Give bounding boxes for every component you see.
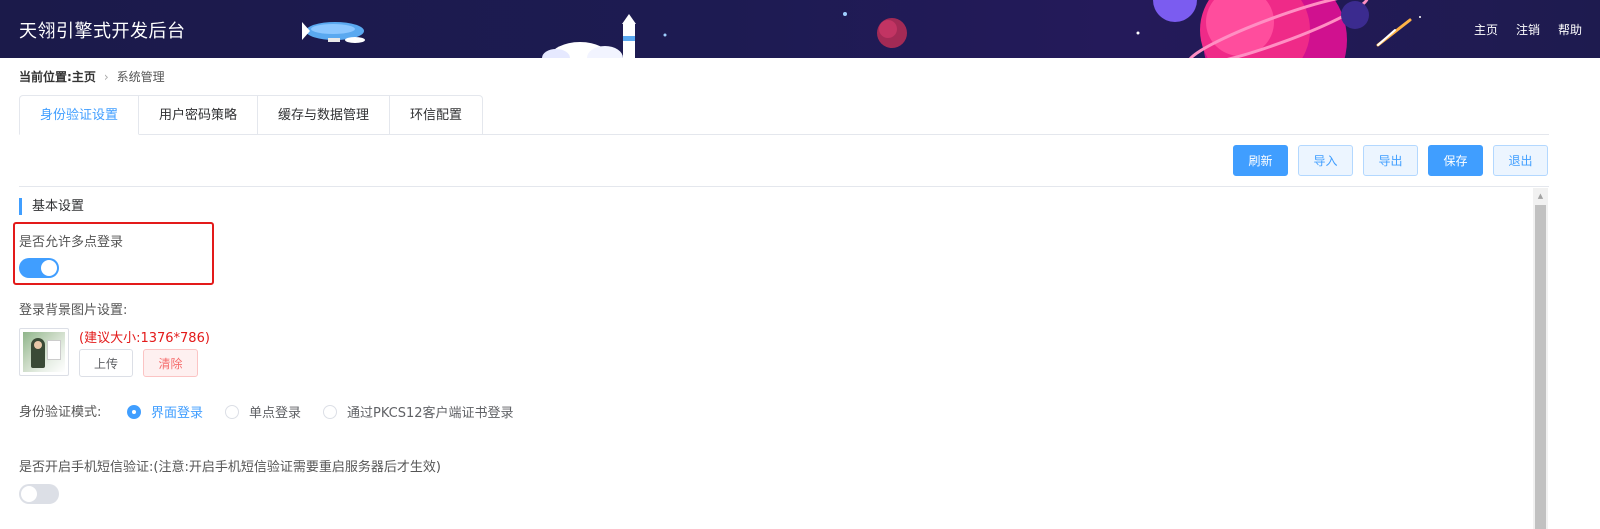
radio-unchecked-icon — [323, 404, 338, 419]
scroll-up-arrow-icon[interactable]: ▲ — [1533, 188, 1548, 203]
radio-label: 单点登录 — [249, 406, 302, 421]
header-nav: 主页 注销 帮助 — [1474, 21, 1582, 38]
header-illustration — [302, 0, 1421, 58]
sms-verify-label: 是否开启手机短信验证:(注意:开启手机短信验证需要重启服务器后才生效) — [19, 460, 441, 475]
nav-help-link[interactable]: 帮助 — [1558, 21, 1582, 38]
vertical-scrollbar[interactable]: ▲ — [1533, 188, 1548, 529]
auth-mode-label: 身份验证模式: — [19, 405, 102, 420]
multi-login-label: 是否允许多点登录 — [19, 235, 124, 250]
radio-ui-login[interactable]: 界面登录 — [127, 402, 203, 421]
multi-login-toggle[interactable] — [19, 258, 59, 278]
top-header: 天翎引擎式开发后台 主页 注销 帮助 — [0, 0, 1600, 58]
radio-sso-login[interactable]: 单点登录 — [225, 402, 301, 421]
exit-button[interactable]: 退出 — [1493, 145, 1548, 176]
auth-mode-radio-group: 界面登录 单点登录 通过PKCS12客户端证书登录 — [127, 402, 536, 421]
radio-pkcs12-login[interactable]: 通过PKCS12客户端证书登录 — [323, 402, 514, 421]
clear-button[interactable]: 清除 — [143, 349, 198, 377]
app-title: 天翎引擎式开发后台 — [19, 21, 186, 42]
breadcrumb: 当前位置: 主页 › 系统管理 — [19, 68, 165, 85]
toggle-knob — [21, 486, 37, 502]
bg-image-label: 登录背景图片设置: — [19, 303, 128, 318]
bg-image-thumbnail[interactable] — [19, 328, 69, 376]
content-divider — [19, 186, 1549, 187]
radio-label: 界面登录 — [151, 406, 204, 421]
sms-verify-toggle[interactable] — [19, 484, 59, 504]
upload-button[interactable]: 上传 — [79, 349, 133, 377]
bg-image-preview — [23, 332, 65, 372]
toggle-knob — [41, 260, 57, 276]
radio-label: 通过PKCS12客户端证书登录 — [347, 406, 514, 421]
tab-cache-data[interactable]: 缓存与数据管理 — [258, 95, 391, 135]
refresh-button[interactable]: 刷新 — [1233, 145, 1288, 176]
export-button[interactable]: 导出 — [1363, 145, 1418, 176]
settings-tabs: 身份验证设置 用户密码策略 缓存与数据管理 环信配置 — [19, 95, 484, 135]
import-button[interactable]: 导入 — [1298, 145, 1353, 176]
nav-logout-link[interactable]: 注销 — [1516, 21, 1540, 38]
radio-checked-icon — [127, 404, 141, 419]
scrollbar-thumb[interactable] — [1535, 205, 1546, 529]
save-button[interactable]: 保存 — [1428, 145, 1483, 176]
breadcrumb-label: 当前位置: — [19, 70, 72, 84]
bg-image-size-hint: (建议大小:1376*786) — [79, 331, 210, 346]
radio-unchecked-icon — [225, 404, 240, 419]
tab-auth-settings[interactable]: 身份验证设置 — [19, 95, 140, 135]
section-title: 基本设置 — [19, 198, 84, 215]
tab-password-policy[interactable]: 用户密码策略 — [139, 95, 259, 135]
tab-easemob-config[interactable]: 环信配置 — [390, 95, 484, 135]
breadcrumb-current: 系统管理 — [116, 70, 165, 84]
breadcrumb-home[interactable]: 主页 — [72, 68, 96, 85]
chevron-right-icon: › — [103, 69, 109, 84]
nav-home-link[interactable]: 主页 — [1474, 21, 1498, 38]
action-toolbar: 刷新 导入 导出 保存 退出 — [1233, 145, 1548, 176]
